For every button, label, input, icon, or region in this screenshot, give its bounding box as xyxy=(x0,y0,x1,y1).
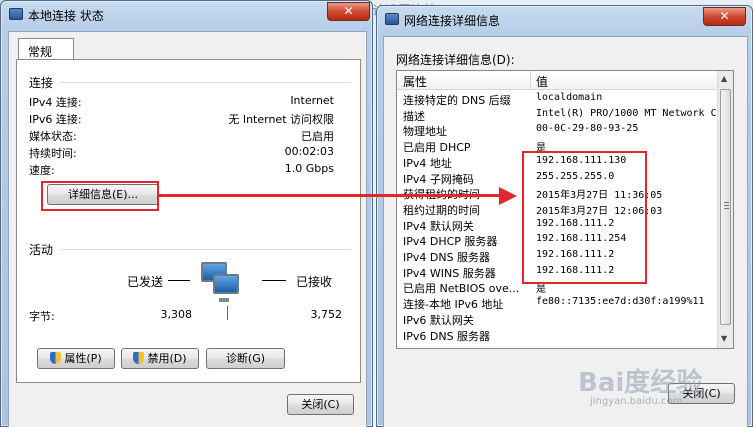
scroll-down-icon[interactable]: ▼ xyxy=(721,334,727,343)
connection-group-label: 连接 xyxy=(29,76,54,90)
list-item-value: fe80::7135:ee7d:d30f:a199%11 xyxy=(536,296,705,308)
list-item-property: IPv4 DHCP 服务器 xyxy=(403,235,498,249)
scrollbar-thumb[interactable] xyxy=(720,89,731,325)
disable-button-label: 禁用(D) xyxy=(147,352,187,365)
list-item-property: 物理地址 xyxy=(403,125,447,139)
row-value: 00:02:03 xyxy=(284,145,334,158)
row-value: 无 Internet 访问权限 xyxy=(228,113,334,126)
list-item-property: IPv4 默认网关 xyxy=(403,219,474,233)
activity-group-divider xyxy=(61,249,351,250)
list-item-property: 已启用 DHCP xyxy=(403,141,471,155)
close-icon[interactable]: ✕ xyxy=(327,2,370,21)
close-button[interactable]: 关闭(C) xyxy=(287,394,354,415)
list-item-property: IPv6 DNS 服务器 xyxy=(403,329,491,343)
row-label: 持续时间: xyxy=(29,147,77,160)
baidu-watermark-url: jingyan.baidu.com xyxy=(590,396,683,407)
network-computers-icon xyxy=(195,258,245,306)
list-item[interactable]: 物理地址 00-0C-29-80-93-25 xyxy=(397,122,723,138)
details-button-highlight xyxy=(41,181,159,211)
list-item-property: IPv4 DNS 服务器 xyxy=(403,251,491,264)
list-item-property: IPv6 默认网关 xyxy=(403,313,474,327)
speed-row: 速度: 1.0 Gbps xyxy=(29,162,334,179)
scroll-up-icon[interactable]: ▲ xyxy=(721,74,727,83)
list-item[interactable]: 连接-本地 IPv6 地址 fe80::7135:ee7d:d30f:a199%1… xyxy=(397,295,723,311)
window-title: 网络连接详细信息 xyxy=(404,14,501,28)
ip-details-highlight xyxy=(522,151,647,284)
list-item-property: 租约过期的时间 xyxy=(403,203,480,217)
properties-button[interactable]: 属性(P) xyxy=(37,348,115,369)
network-cable xyxy=(227,306,228,320)
row-value: 1.0 Gbps xyxy=(284,162,334,175)
column-header-property[interactable]: 属性 xyxy=(403,73,427,90)
row-value: 已启用 xyxy=(301,130,334,143)
list-item-property: IPv4 子网掩码 xyxy=(403,172,474,186)
local-connection-status-window: 本地连接 状态 ✕ 常规 连接 IPv4 连接: Internet IPv6 连… xyxy=(0,0,373,427)
duration-row: 持续时间: 00:02:03 xyxy=(29,145,334,162)
list-item[interactable]: IPv6 默认网关 xyxy=(397,311,723,327)
row-label: 媒体状态: xyxy=(29,130,77,143)
tab-general[interactable]: 常规 xyxy=(18,38,74,60)
title-bar[interactable]: 本地连接 状态 ✕ xyxy=(1,1,372,27)
column-divider[interactable] xyxy=(530,71,531,90)
properties-button-label: 属性(P) xyxy=(64,352,102,365)
list-item-property: 连接特定的 DNS 后缀 xyxy=(403,94,511,107)
ipv6-connectivity-row: IPv6 连接: 无 Internet 访问权限 xyxy=(29,111,334,128)
list-item-property: 已启用 NetBIOS ove... xyxy=(403,282,520,296)
bytes-received-value: 3,752 xyxy=(310,308,343,321)
received-label: 已接收 xyxy=(296,275,333,289)
vertical-scrollbar[interactable]: ▲ ▼ xyxy=(717,71,733,348)
bytes-sent-value: 3,308 xyxy=(160,308,193,321)
sent-line xyxy=(168,280,190,281)
network-window-icon xyxy=(385,13,399,25)
list-item[interactable]: 描述 Intel(R) PRO/1000 MT Network C xyxy=(397,107,723,123)
window-client: 常规 连接 IPv4 连接: Internet IPv6 连接: 无 Inter… xyxy=(8,31,367,427)
list-item-value: Intel(R) PRO/1000 MT Network C xyxy=(536,107,717,119)
list-item-property: IPv4 WINS 服务器 xyxy=(403,266,496,280)
bytes-label: 字节: xyxy=(29,310,55,323)
list-item-property: IPv4 地址 xyxy=(403,156,452,170)
annotation-arrow-line xyxy=(159,194,499,197)
media-state-row: 媒体状态: 已启用 xyxy=(29,128,334,145)
sent-label: 已发送 xyxy=(127,275,164,289)
close-icon[interactable]: ✕ xyxy=(703,7,746,26)
row-label: IPv6 连接: xyxy=(29,113,82,126)
list-item[interactable]: 连接特定的 DNS 后缀 localdomain xyxy=(397,91,723,107)
title-bar[interactable]: 网络连接详细信息 ✕ xyxy=(377,6,752,32)
row-value: Internet xyxy=(290,94,334,107)
row-label: 速度: xyxy=(29,164,55,177)
list-item-value: 00-0C-29-80-93-25 xyxy=(536,123,639,135)
activity-group-label: 活动 xyxy=(29,243,54,257)
column-header-value[interactable]: 值 xyxy=(536,73,548,90)
window-title: 本地连接 状态 xyxy=(28,9,104,23)
list-item-value: localdomain xyxy=(536,92,603,103)
diagnose-button[interactable]: 诊断(G) xyxy=(206,348,285,369)
details-list-label: 网络连接详细信息(D): xyxy=(396,53,515,67)
list-item-property: 连接-本地 IPv6 地址 xyxy=(403,298,504,312)
network-window-icon xyxy=(9,8,23,20)
uac-shield-icon xyxy=(133,352,145,364)
list-item-property: 描述 xyxy=(403,109,425,123)
disable-button[interactable]: 禁用(D) xyxy=(121,348,199,369)
list-header: 属性 值 xyxy=(397,71,733,90)
ipv4-connectivity-row: IPv4 连接: Internet xyxy=(29,94,334,111)
general-tab-panel: 连接 IPv4 连接: Internet IPv6 连接: 无 Internet… xyxy=(16,59,361,383)
uac-shield-icon xyxy=(50,352,62,364)
connection-group-divider xyxy=(61,82,351,83)
received-line xyxy=(262,280,286,281)
baidu-watermark: Bai度经验 xyxy=(578,368,703,398)
list-item[interactable]: IPv6 DNS 服务器 xyxy=(397,327,723,343)
row-label: IPv4 连接: xyxy=(29,96,82,109)
annotation-arrow-head xyxy=(499,187,517,205)
